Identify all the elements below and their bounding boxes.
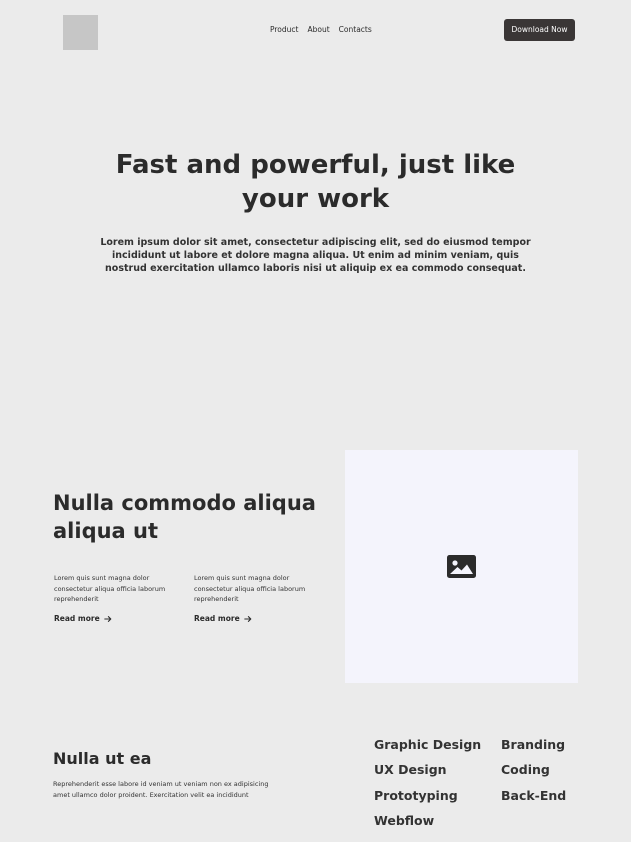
service-ux-design: UX Design bbox=[374, 762, 447, 778]
logo-placeholder[interactable] bbox=[63, 15, 98, 50]
feature-image-placeholder bbox=[345, 450, 578, 683]
landing-page: Product About Contacts Download Now Fast… bbox=[0, 0, 631, 842]
services-list: Graphic Design Branding UX Design Coding… bbox=[374, 735, 594, 836]
features-title: Nulla commodo aliqua aliqua ut bbox=[53, 491, 316, 543]
read-more-link[interactable]: Read more bbox=[194, 614, 252, 623]
hero-subtitle: Lorem ipsum dolor sit amet, consectetur … bbox=[100, 237, 531, 274]
bottom-title: Nulla ut ea bbox=[53, 749, 152, 768]
read-more-label: Read more bbox=[54, 614, 100, 623]
feature-card-text: Lorem quis sunt magna dolor consectetur … bbox=[194, 574, 306, 603]
service-back-end: Back-End bbox=[501, 787, 567, 803]
bottom-text: Reprehenderit esse labore id veniam ut v… bbox=[53, 780, 269, 799]
nav-link-product[interactable]: Product bbox=[270, 25, 298, 35]
download-now-button[interactable]: Download Now bbox=[504, 19, 575, 41]
arrow-right-icon bbox=[243, 615, 252, 622]
feature-card: Lorem quis sunt magna dolor consectetur … bbox=[194, 573, 319, 623]
arrow-right-icon bbox=[103, 615, 112, 622]
read-more-link[interactable]: Read more bbox=[54, 614, 112, 623]
service-coding: Coding bbox=[501, 762, 550, 778]
feature-card-text: Lorem quis sunt magna dolor consectetur … bbox=[54, 574, 166, 603]
nav-link-contacts[interactable]: Contacts bbox=[339, 25, 372, 35]
hero-title: Fast and powerful, just like your work bbox=[115, 150, 516, 214]
feature-card: Lorem quis sunt magna dolor consectetur … bbox=[54, 573, 179, 623]
service-webflow: Webflow bbox=[374, 812, 435, 828]
main-nav: Product About Contacts bbox=[270, 25, 372, 35]
service-prototyping: Prototyping bbox=[374, 787, 458, 803]
service-branding: Branding bbox=[501, 737, 566, 752]
read-more-label: Read more bbox=[194, 614, 240, 623]
service-graphic-design: Graphic Design bbox=[374, 737, 482, 752]
image-icon bbox=[447, 555, 476, 578]
nav-link-about[interactable]: About bbox=[307, 25, 329, 35]
